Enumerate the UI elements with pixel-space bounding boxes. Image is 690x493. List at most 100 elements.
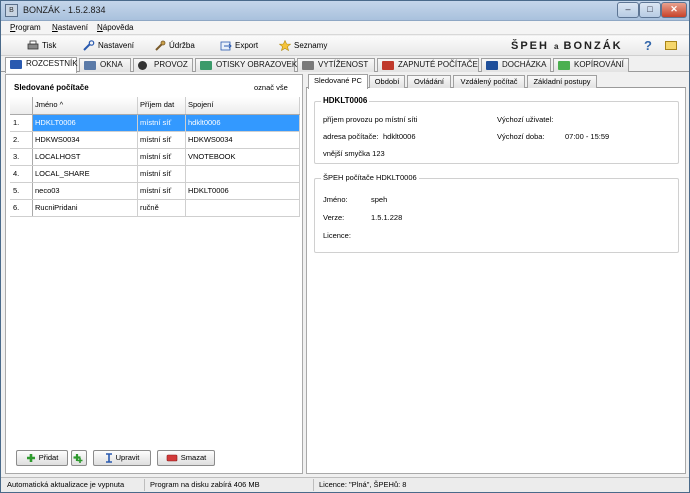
- close-button[interactable]: ✕: [661, 2, 687, 18]
- row-name: HDKWS0034: [33, 132, 138, 148]
- tab-label: VYTÍŽENOST: [318, 60, 369, 69]
- column-header-number: [10, 97, 33, 114]
- column-header-connection[interactable]: Spojení: [186, 97, 300, 114]
- brand-mid: a: [554, 42, 559, 51]
- row-number: 2.: [10, 132, 33, 148]
- delete-button[interactable]: Smazat: [157, 450, 215, 466]
- status-auto-update: Automatická aktualizace je vypnuta: [7, 480, 125, 489]
- tab-dochazka[interactable]: DOCHÁZKA: [481, 58, 551, 72]
- app-icon: B: [5, 4, 18, 17]
- row-receive: ručně: [138, 200, 186, 216]
- plus-multiple-icon: [73, 454, 82, 464]
- status-disk: Program na disku zabírá 406 MB: [150, 480, 260, 489]
- tab-rozcestnik[interactable]: ROZCESTNÍK: [5, 57, 78, 73]
- export-label: Export: [235, 41, 259, 50]
- row-connection: VNOTEBOOK: [186, 149, 300, 165]
- table-row[interactable]: 1. HDKLT0006 místní síť hdklt0006: [10, 115, 300, 132]
- table-row[interactable]: 4. LOCAL_SHARE místní síť: [10, 166, 300, 183]
- detail-panel: Sledované PC Období Ovládání Vzdálený po…: [306, 74, 686, 474]
- speh-name-label: Jméno:: [323, 195, 348, 204]
- plus-icon: [26, 454, 35, 463]
- row-name: LOCALHOST: [33, 149, 138, 165]
- row-connection: hdklt0006: [186, 115, 300, 131]
- column-header-name[interactable]: Jméno ^: [33, 97, 138, 114]
- export-button[interactable]: Export: [220, 39, 258, 53]
- lists-button[interactable]: Seznamy: [278, 39, 328, 53]
- monitor-icon: [382, 61, 394, 70]
- tab-watched-pc[interactable]: Sledované PC: [308, 74, 368, 89]
- screenshot-icon: [200, 61, 212, 70]
- settings-label: Nastavení: [98, 41, 135, 50]
- print-button[interactable]: Tisk: [27, 39, 56, 53]
- maintenance-label: Údržba: [169, 41, 195, 50]
- menu-settings[interactable]: Nastavení: [52, 23, 88, 32]
- windows-icon: [84, 61, 96, 70]
- tab-period[interactable]: Období: [369, 75, 405, 88]
- menu-program[interactable]: Program: [10, 23, 41, 32]
- edit-label: Upravit: [115, 453, 140, 462]
- table-row[interactable]: 5. neco03 místní síť HDKLT0006: [10, 183, 300, 200]
- minimize-button[interactable]: –: [617, 2, 639, 18]
- help-icon[interactable]: ?: [644, 38, 652, 53]
- tab-otisky[interactable]: OTISKY OBRAZOVEK: [195, 58, 297, 72]
- menu-help[interactable]: Nápověda: [97, 23, 133, 32]
- add-button[interactable]: Přidat: [16, 450, 68, 466]
- table-row[interactable]: 2. HDKWS0034 místní síť HDKWS0034: [10, 132, 300, 149]
- row-name: LOCAL_SHARE: [33, 166, 138, 182]
- row-receive: místní síť: [138, 149, 186, 165]
- tab-okna[interactable]: OKNA: [79, 58, 131, 72]
- status-separator: [313, 479, 314, 491]
- traffic-icon: [138, 61, 147, 70]
- tab-label: PROVOZ: [154, 60, 188, 69]
- signpost-icon: [10, 60, 22, 69]
- row-number: 3.: [10, 149, 33, 165]
- column-header-receive[interactable]: Příjem dat: [138, 97, 186, 114]
- status-licence: Licence: "Plná", ŠPEHů: 8: [319, 480, 407, 489]
- mark-all-link[interactable]: označ vše: [254, 83, 288, 92]
- address-label: adresa počítače:: [323, 132, 379, 141]
- title-bar: B BONZÁK - 1.5.2.834 – □ ✕: [1, 1, 689, 21]
- default-time-value: 07:00 - 15:59: [565, 132, 610, 141]
- minus-icon: [166, 454, 178, 462]
- detail-tabs: Sledované PC Období Ovládání Vzdálený po…: [306, 74, 686, 89]
- load-icon: [302, 61, 314, 70]
- row-number: 1.: [10, 115, 33, 131]
- maximize-button[interactable]: □: [639, 2, 661, 18]
- tab-vytizenost[interactable]: VYTÍŽENOST: [297, 58, 375, 72]
- tab-remote-computer[interactable]: Vzdálený počítač: [453, 75, 525, 88]
- status-separator: [144, 479, 145, 491]
- tab-basic-procedures[interactable]: Základní postupy: [527, 75, 597, 88]
- mail-icon[interactable]: [665, 41, 677, 50]
- window-title: BONZÁK - 1.5.2.834: [23, 5, 106, 15]
- row-name: HDKLT0006: [33, 115, 138, 131]
- speh-licence-label: Licence:: [323, 231, 351, 240]
- table-row[interactable]: 6. RucniPridani ručně: [10, 200, 300, 217]
- tab-label: ZAPNUTÉ POČÍTAČE: [398, 60, 478, 69]
- main-window: B BONZÁK - 1.5.2.834 – □ ✕ Program Nasta…: [0, 0, 690, 493]
- maintenance-button[interactable]: Údržba: [154, 39, 195, 53]
- address-value: hdklt0006: [383, 132, 416, 141]
- table-header: Jméno ^ Příjem dat Spojení: [10, 97, 300, 115]
- table-row[interactable]: 3. LOCALHOST místní síť VNOTEBOOK: [10, 149, 300, 166]
- add-more-button[interactable]: [71, 450, 87, 466]
- status-bar: Automatická aktualizace je vypnuta Progr…: [1, 477, 689, 492]
- tab-label: OKNA: [100, 60, 123, 69]
- tab-zapnute-pocitace[interactable]: ZAPNUTÉ POČÍTAČE: [377, 58, 479, 72]
- tab-control[interactable]: Ovládání: [407, 75, 451, 88]
- main-tabs: ROZCESTNÍK OKNA PROVOZ OTISKY OBRAZOVEK …: [1, 57, 689, 73]
- tab-provoz[interactable]: PROVOZ: [133, 58, 193, 72]
- tab-kopirovani[interactable]: KOPÍROVÁNÍ: [553, 58, 629, 72]
- brand-logo: ŠPEH a BONZÁK: [511, 40, 623, 52]
- tab-label: KOPÍROVÁNÍ: [574, 60, 624, 69]
- menu-bar: Program Nastavení Nápověda: [1, 21, 689, 35]
- printer-icon: [27, 40, 39, 50]
- lists-label: Seznamy: [294, 41, 328, 50]
- row-connection: HDKLT0006: [186, 183, 300, 199]
- row-receive: místní síť: [138, 132, 186, 148]
- row-number: 5.: [10, 183, 33, 199]
- edit-button[interactable]: Upravit: [93, 450, 151, 466]
- toolbar: Tisk Nastavení Údržba Export Seznamy ŠPE…: [1, 36, 689, 56]
- text-cursor-icon: [105, 453, 112, 463]
- row-number: 4.: [10, 166, 33, 182]
- settings-button[interactable]: Nastavení: [83, 39, 134, 53]
